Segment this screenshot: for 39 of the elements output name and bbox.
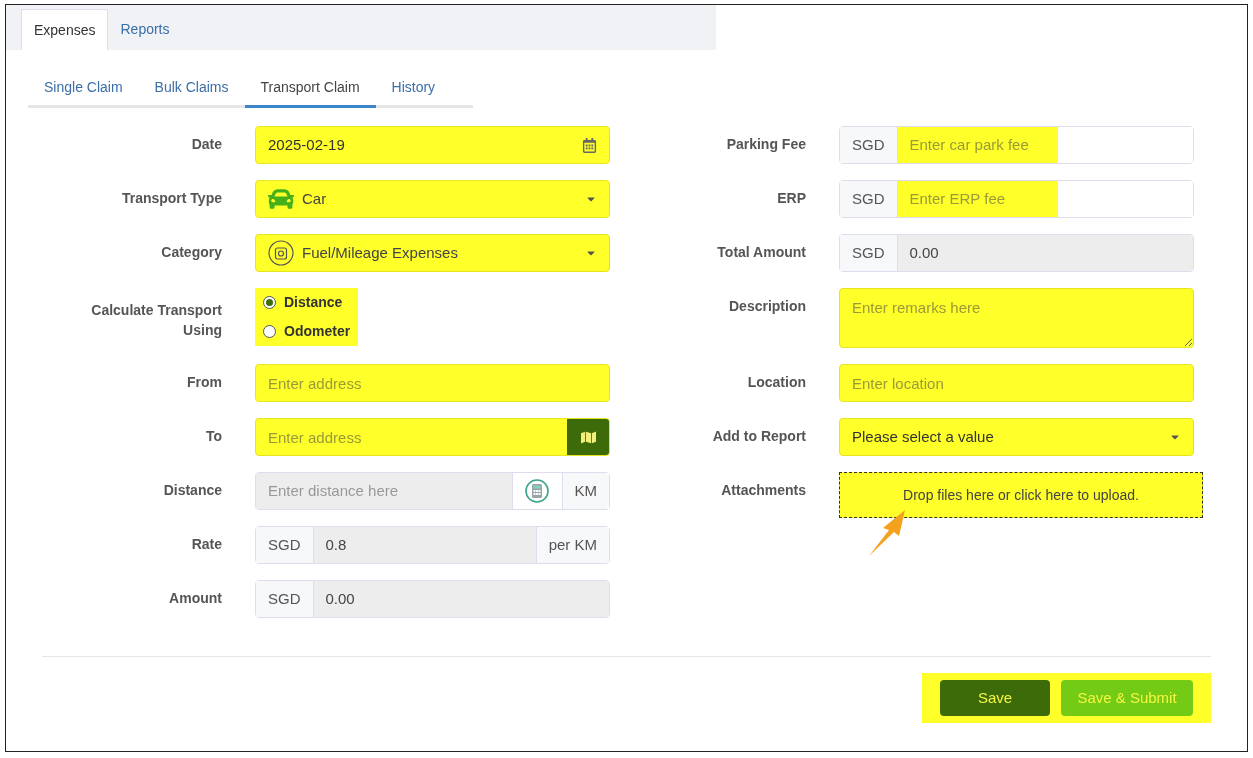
tab[interactable]: Reports [108,9,182,50]
address-field[interactable]: Enter address [255,418,610,456]
tab[interactable]: Transport Claim [244,70,376,108]
radio-option[interactable]: Odometer [263,321,351,342]
tab[interactable]: Bulk Claims [138,70,245,108]
field-label: ERP [777,190,806,206]
field-label: Rate [191,536,222,552]
radio-option[interactable]: Distance [263,292,351,313]
select-field[interactable]: Please select a value [839,418,1194,456]
input-field[interactable]: Enter location [839,364,1194,402]
tab[interactable]: Expenses [21,9,109,50]
field-label: Calculate Transport Using [91,302,222,338]
map-button[interactable] [567,419,609,455]
field-label: Transport Type [121,190,222,206]
field-label: Category [161,244,222,260]
remarks-field[interactable]: Enter remarks here [839,288,1194,348]
field-label: Parking Fee [726,136,806,152]
input-field[interactable]: Enter address [255,364,610,402]
field-label: Description [729,298,806,314]
tab[interactable]: History [375,70,452,108]
date-field[interactable]: 2025-02-19 [255,126,610,164]
field-label: Distance [163,482,222,498]
input-field[interactable]: Enter address [256,419,567,455]
field-label: Amount [169,590,222,606]
field-label: Attachments [721,482,806,498]
select-field[interactable]: Car [255,180,610,218]
calendar-icon [582,137,597,153]
save-button[interactable]: Save [940,680,1050,716]
field-label: Location [747,374,806,390]
field-label: Date [191,136,222,152]
tab[interactable]: Single Claim [28,70,139,108]
field-label: From [187,374,222,390]
file-drop-zone[interactable]: Drop files here or click here to upload. [839,472,1203,518]
field-label: Total Amount [717,244,806,260]
car-icon [268,186,294,212]
map-icon [580,429,596,445]
select-field[interactable]: Fuel/Mileage Expenses [255,234,610,272]
field-label: Add to Report [712,428,806,444]
field-label: To [205,428,222,444]
